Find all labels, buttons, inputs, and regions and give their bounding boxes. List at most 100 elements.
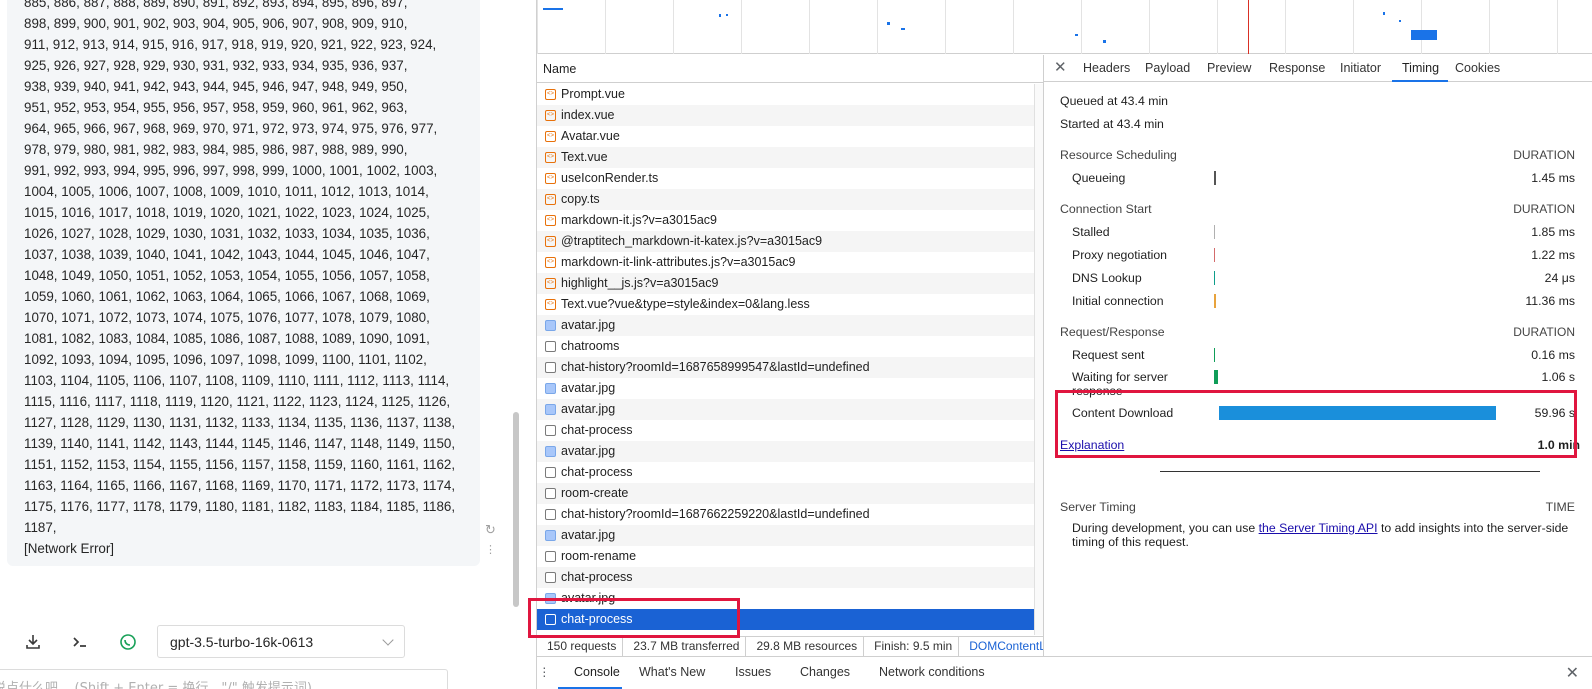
request-row[interactable]: chat-process bbox=[537, 567, 1034, 588]
request-row[interactable]: room-create bbox=[537, 483, 1034, 504]
request-name: chat-process bbox=[561, 570, 633, 584]
chat-panel: 885, 886, 887, 888, 889, 890, 891, 892, … bbox=[0, 0, 520, 689]
document-file-icon bbox=[545, 572, 556, 583]
script-file-icon bbox=[545, 168, 556, 189]
active-tab-indicator bbox=[1392, 80, 1448, 82]
terminal-icon[interactable] bbox=[66, 628, 94, 656]
request-row[interactable]: markdown-it.js?v=a3015ac9 bbox=[537, 210, 1034, 231]
timing-row-stalled: Stalled 1.85 ms bbox=[1072, 225, 1575, 245]
request-row[interactable]: useIconRender.ts bbox=[537, 168, 1034, 189]
network-overview-timeline[interactable] bbox=[537, 0, 1592, 54]
request-row[interactable]: chat-history?roomId=1687658999547&lastId… bbox=[537, 357, 1034, 378]
request-name: chat-process bbox=[561, 423, 633, 437]
request-name: chat-history?roomId=1687662259220&lastId… bbox=[561, 507, 870, 521]
request-row[interactable]: room-rename bbox=[537, 546, 1034, 567]
tab-response[interactable]: Response bbox=[1269, 61, 1325, 75]
request-row[interactable]: avatar.jpg bbox=[537, 315, 1034, 336]
close-icon[interactable]: ✕ bbox=[1054, 60, 1068, 75]
overview-grid-line bbox=[1217, 0, 1218, 54]
request-name: Prompt.vue bbox=[561, 87, 625, 101]
status-resources: 29.8 MB resources bbox=[746, 637, 865, 656]
assistant-message-bubble: 885, 886, 887, 888, 889, 890, 891, 892, … bbox=[7, 0, 480, 566]
request-row[interactable]: Avatar.vue bbox=[537, 126, 1034, 147]
request-row[interactable]: index.vue bbox=[537, 105, 1034, 126]
download-icon[interactable] bbox=[19, 628, 47, 656]
image-file-icon bbox=[545, 404, 556, 415]
overview-grid-line bbox=[1013, 0, 1014, 54]
request-name: @traptitech_markdown-it-katex.js?v=a3015… bbox=[561, 234, 823, 248]
server-timing-title: Server Timing bbox=[1060, 500, 1136, 514]
overview-request-mark bbox=[887, 22, 890, 25]
request-row[interactable]: chat-process bbox=[537, 462, 1034, 483]
time-label: TIME bbox=[1545, 500, 1575, 514]
detail-tabs: ✕ Headers Payload Preview Response Initi… bbox=[1044, 55, 1592, 82]
request-row[interactable]: avatar.jpg bbox=[537, 399, 1034, 420]
request-row[interactable]: chat-process bbox=[537, 420, 1034, 441]
document-file-icon bbox=[545, 551, 556, 562]
overview-request-mark bbox=[1399, 20, 1401, 22]
tab-cookies[interactable]: Cookies bbox=[1455, 61, 1500, 75]
request-row[interactable]: avatar.jpg bbox=[537, 525, 1034, 546]
refresh-icon[interactable]: ↻ bbox=[485, 522, 496, 538]
request-name: avatar.jpg bbox=[561, 402, 616, 416]
request-row[interactable]: Text.vue bbox=[537, 147, 1034, 168]
request-name: room-create bbox=[561, 486, 629, 500]
request-row[interactable]: @traptitech_markdown-it-katex.js?v=a3015… bbox=[537, 231, 1034, 252]
request-row[interactable]: Prompt.vue bbox=[537, 84, 1034, 105]
request-row[interactable]: highlight__js.js?v=a3015ac9 bbox=[537, 273, 1034, 294]
request-name: Text.vue bbox=[561, 150, 608, 164]
timing-value: 11.36 ms bbox=[1525, 294, 1575, 308]
request-list: Name Prompt.vue index.vue Avatar.vue Text.v… bbox=[537, 55, 1043, 635]
tab-preview[interactable]: Preview bbox=[1207, 61, 1251, 75]
request-row[interactable]: markdown-it-link-attributes.js?v=a3015ac… bbox=[537, 252, 1034, 273]
request-row[interactable]: copy.ts bbox=[537, 189, 1034, 210]
request-row[interactable]: avatar.jpg bbox=[537, 378, 1034, 399]
request-row[interactable]: avatar.jpg bbox=[537, 441, 1034, 462]
drawer-tab-network-conditions[interactable]: Network conditions bbox=[879, 665, 985, 679]
request-row[interactable]: chat-history?roomId=1687662259220&lastId… bbox=[537, 504, 1034, 525]
request-name: index.vue bbox=[561, 108, 615, 122]
more-options-icon[interactable]: · · · bbox=[542, 660, 548, 682]
model-select[interactable]: gpt-3.5-turbo-16k-0613 bbox=[157, 625, 405, 658]
drawer-tab-whats-new[interactable]: What's New bbox=[639, 665, 705, 679]
overview-grid-line bbox=[537, 0, 538, 54]
server-timing-api-link[interactable]: the Server Timing API bbox=[1259, 521, 1378, 535]
timing-label: DNS Lookup bbox=[1072, 271, 1142, 285]
status-requests: 150 requests bbox=[537, 637, 624, 656]
tab-payload[interactable]: Payload bbox=[1145, 61, 1190, 75]
overview-request-mark bbox=[719, 14, 721, 17]
image-file-icon bbox=[545, 383, 556, 394]
tab-initiator[interactable]: Initiator bbox=[1340, 61, 1381, 75]
prompt-input[interactable]: 说点什么吧... (Shift + Enter = 换行，"/" 触发提示词) bbox=[0, 669, 448, 689]
drawer-tab-changes[interactable]: Changes bbox=[800, 665, 850, 679]
request-rows: Prompt.vue index.vue Avatar.vue Text.vue use… bbox=[537, 84, 1034, 630]
script-file-icon bbox=[545, 273, 556, 294]
overview-request-mark bbox=[1075, 34, 1078, 36]
request-response-section: Request/Response DURATION bbox=[1060, 325, 1575, 339]
devtools-panel: Name Prompt.vue index.vue Avatar.vue Text.v… bbox=[528, 0, 1592, 689]
connection-start-title: Connection Start bbox=[1060, 202, 1152, 216]
connection-start-section: Connection Start DURATION bbox=[1060, 202, 1575, 216]
tab-headers[interactable]: Headers bbox=[1083, 61, 1130, 75]
tab-timing[interactable]: Timing bbox=[1402, 61, 1439, 75]
name-column-header[interactable]: Name bbox=[537, 55, 1043, 83]
overview-grid-line bbox=[1149, 0, 1150, 54]
timing-bar bbox=[1214, 248, 1215, 262]
overview-request-mark bbox=[1383, 12, 1385, 15]
request-row[interactable]: Text.vue?vue&type=style&index=0&lang.les… bbox=[537, 294, 1034, 315]
overview-request-mark bbox=[726, 14, 728, 16]
chat-scrollbar[interactable] bbox=[513, 412, 519, 607]
document-file-icon bbox=[545, 341, 556, 352]
request-response-title: Request/Response bbox=[1060, 325, 1165, 339]
request-list-scrollbar[interactable] bbox=[1034, 84, 1043, 635]
drawer-tab-console[interactable]: Console bbox=[574, 665, 620, 679]
whatsapp-icon[interactable] bbox=[114, 628, 142, 656]
overview-grid-line bbox=[1353, 0, 1354, 54]
close-icon[interactable]: ✕ bbox=[1566, 663, 1579, 683]
request-name: avatar.jpg bbox=[561, 528, 616, 542]
more-icon[interactable]: ⋮ bbox=[485, 543, 496, 556]
request-row[interactable]: chatrooms bbox=[537, 336, 1034, 357]
script-file-icon bbox=[545, 189, 556, 210]
drawer-tab-issues[interactable]: Issues bbox=[735, 665, 771, 679]
server-timing-text: During development, you can use bbox=[1072, 521, 1259, 535]
